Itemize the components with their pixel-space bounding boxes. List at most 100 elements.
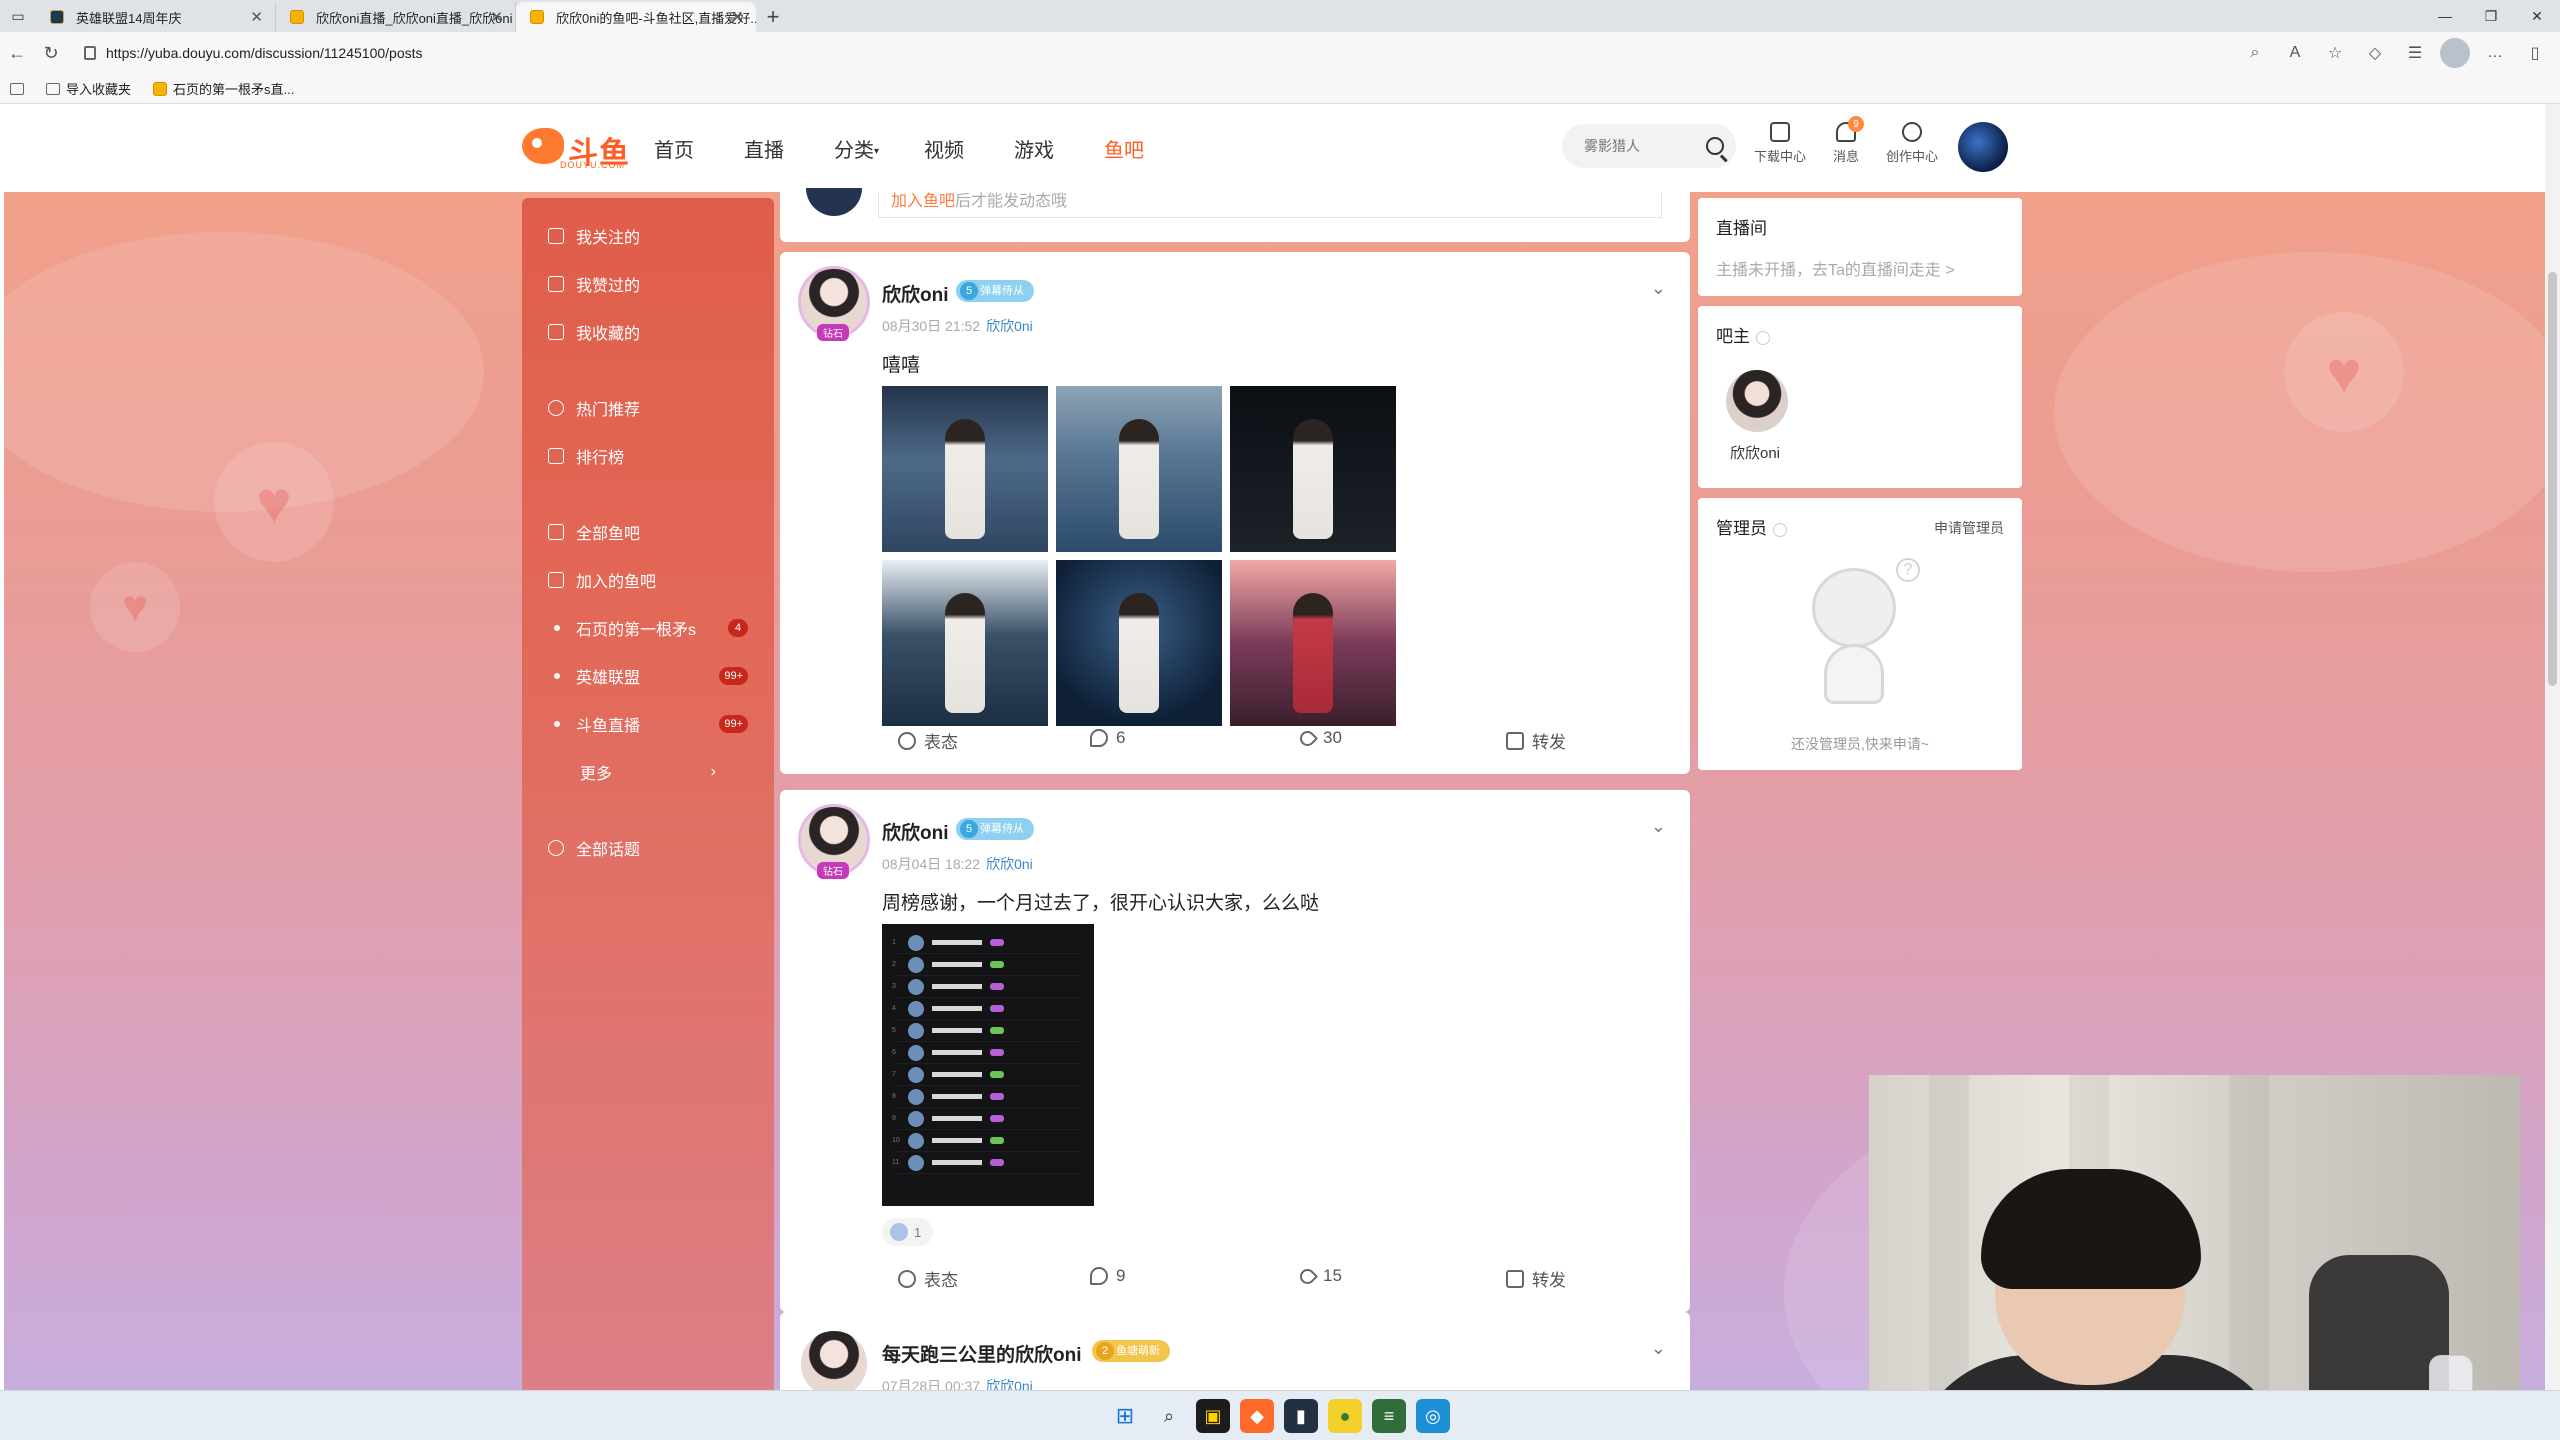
close-window-icon[interactable]: ✕ [2514,0,2560,32]
new-tab-button[interactable]: + [756,2,790,32]
apply-admin-link[interactable]: 申请管理员 [1934,518,2004,538]
joined-bar-item[interactable]: 石页的第一根矛s 4 [522,604,774,652]
sidebar-icon[interactable]: ▯ [2520,38,2550,68]
close-icon[interactable]: ✕ [731,8,744,26]
minimize-icon[interactable]: — [2422,0,2468,32]
menu-favorites[interactable]: 我收藏的 [522,308,774,356]
refresh-icon[interactable]: ↻ [34,36,68,70]
search-icon[interactable] [1706,137,1724,155]
live-room-card[interactable]: 直播间 主播未开播，去Ta的直播间走走 > [1698,198,2022,296]
notes-icon[interactable]: ≡ [1372,1399,1406,1433]
menu-all-topics[interactable]: 全部话题 [522,824,774,872]
tab-actions-icon[interactable]: ▭ [0,0,36,32]
creator-center-button[interactable]: 创作中心 [1880,122,1944,165]
menu-ranking[interactable]: 排行榜 [522,432,774,480]
tab-favicon [50,10,64,24]
browser-tab-3[interactable]: 欣欣0ni的鱼吧-斗鱼社区,直播爱好... ✕ [516,2,756,32]
terminal-icon[interactable]: ▮ [1284,1399,1318,1433]
author-name[interactable]: 欣欣oni [882,818,949,845]
info-icon[interactable] [1773,522,1787,537]
close-icon[interactable]: ✕ [490,8,503,26]
page-scrollbar[interactable] [2545,104,2560,1390]
emoji-reaction[interactable]: 1 [882,1218,934,1246]
favorite-star-icon[interactable]: ☆ [2320,38,2350,68]
post-image-ranking-screenshot[interactable]: 1 2 3 4 5 6 7 8 9 10 11 [882,924,1094,1206]
joined-bar-item[interactable]: 斗鱼直播 99+ [522,700,774,748]
douyu-app-icon[interactable]: ◆ [1240,1399,1274,1433]
post-image[interactable] [882,386,1048,552]
menu-more[interactable]: 更多 › [522,748,774,796]
back-icon[interactable]: ← [0,36,34,70]
chevron-down-icon[interactable]: ⌄ [1651,278,1666,299]
extensions-icon[interactable]: ◇ [2360,38,2390,68]
owner-name[interactable]: 欣欣oni [1730,442,1780,463]
author-avatar[interactable] [798,1328,870,1390]
download-center-button[interactable]: 下载中心 [1748,122,1812,165]
post-image[interactable] [1230,560,1396,726]
post-image[interactable] [1230,386,1396,552]
menu-joined-bars[interactable]: 加入的鱼吧 [522,556,774,604]
edge-browser-icon[interactable]: ◎ [1416,1399,1450,1433]
taskbar-search-icon[interactable]: ⌕ [1152,1399,1186,1433]
card-title: 吧主 [1716,322,1770,347]
windows-start-icon[interactable]: ⊞ [1108,1399,1142,1433]
menu-hot[interactable]: 热门推荐 [522,384,774,432]
bookmarks-menu-icon[interactable] [10,82,24,95]
scrollbar-thumb[interactable] [2548,272,2557,686]
join-bar-link[interactable]: 加入鱼吧 [891,193,955,210]
menu-liked[interactable]: 我赞过的 [522,260,774,308]
nav-category[interactable]: 分类▾ [834,134,924,163]
post-bar-link[interactable]: 欣欣0ni [986,856,1033,872]
browser-tab-1[interactable]: 英雄联盟14周年庆 ✕ [36,2,276,32]
app-icon[interactable]: ▣ [1196,1399,1230,1433]
react-button[interactable]: 表态 [898,1266,958,1291]
like-button[interactable]: 15 [1296,1265,1342,1287]
author-name[interactable]: 每天跑三公里的欣欣oni [882,1340,1082,1367]
share-button[interactable]: 转发 [1506,1266,1566,1291]
app-icon[interactable]: ● [1328,1399,1362,1433]
read-aloud-icon[interactable]: A [2280,38,2310,68]
download-icon [1770,122,1790,142]
search-input[interactable] [1584,138,1694,154]
nav-game[interactable]: 游戏 [1014,134,1104,163]
nav-home[interactable]: 首页 [654,134,744,163]
menu-all-bars[interactable]: 全部鱼吧 [522,508,774,556]
share-button[interactable]: 转发 [1506,728,1566,753]
author-name[interactable]: 欣欣oni [882,280,949,307]
live-status[interactable]: 主播未开播，去Ta的直播间走走 > [1716,256,1955,280]
author-avatar[interactable]: 钻石 [798,266,870,341]
post-image[interactable] [1056,386,1222,552]
post-image[interactable] [882,560,1048,726]
browser-tab-2[interactable]: 欣欣oni直播_欣欣oni直播_欣欣oni ✕ [276,2,516,32]
nav-video[interactable]: 视频 [924,134,1014,163]
owner-avatar[interactable] [1726,370,1788,432]
join-prompt: 加入鱼吧后才能发动态哦 [878,192,1662,218]
comment-button[interactable]: 9 [1090,1266,1125,1286]
post-bar-link[interactable]: 欣欣0ni [986,1378,1033,1390]
maximize-icon[interactable]: ❐ [2468,0,2514,32]
post-image[interactable] [1056,560,1222,726]
joined-bar-item[interactable]: 英雄联盟 99+ [522,652,774,700]
react-button[interactable]: 表态 [898,728,958,753]
url-field[interactable]: https://yuba.douyu.com/discussion/112451… [84,38,2240,68]
messages-button[interactable]: 9 消息 [1814,116,1878,165]
nav-yuba[interactable]: 鱼吧 [1104,134,1194,163]
author-avatar[interactable]: 钻石 [798,804,870,879]
collections-icon[interactable]: ☰ [2400,38,2430,68]
chevron-down-icon[interactable]: ⌄ [1651,816,1666,837]
post-bar-link[interactable]: 欣欣0ni [986,318,1033,334]
like-button[interactable]: 30 [1296,727,1342,749]
user-avatar[interactable] [1958,122,2008,172]
comment-button[interactable]: 6 [1090,728,1125,748]
profile-icon[interactable] [2440,38,2470,68]
bookmark-item[interactable]: 石页的第一根矛s直... [153,79,294,98]
menu-following[interactable]: 我关注的 [522,212,774,260]
nav-live[interactable]: 直播 [744,134,834,163]
zoom-icon[interactable]: ⌕ [2240,38,2270,68]
chevron-down-icon[interactable]: ⌄ [1651,1338,1666,1359]
bookmark-import[interactable]: 导入收藏夹 [46,79,131,98]
more-icon[interactable]: … [2480,38,2510,68]
close-icon[interactable]: ✕ [250,8,263,26]
douyu-logo-icon[interactable] [522,128,564,164]
info-icon[interactable] [1756,330,1770,345]
